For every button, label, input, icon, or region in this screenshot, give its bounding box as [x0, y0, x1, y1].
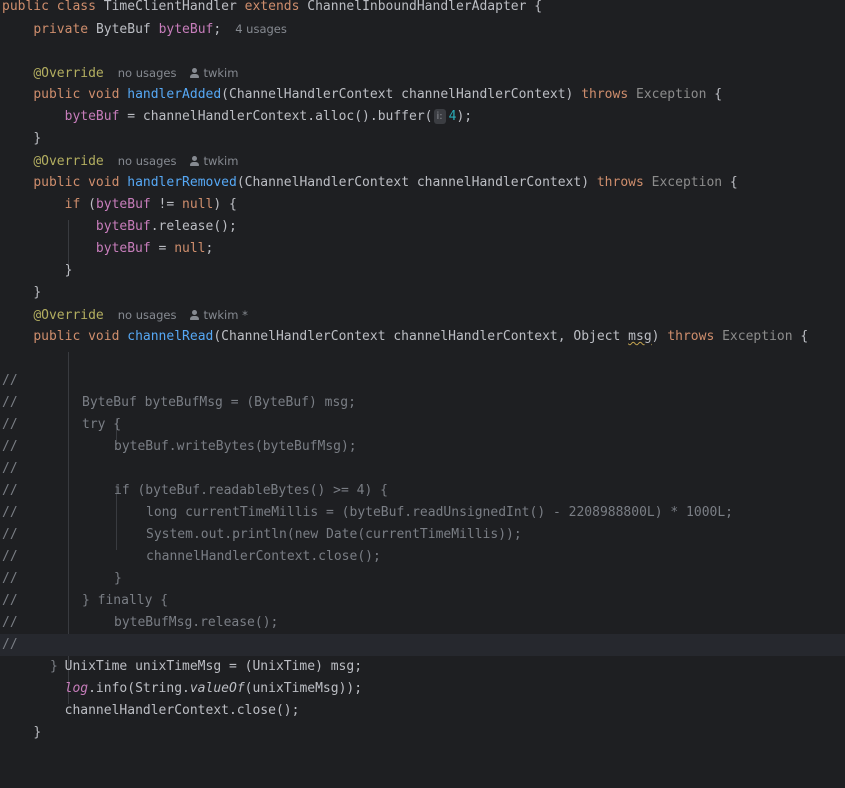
comment-marker: // — [2, 527, 18, 542]
code-line[interactable]: @Override no usages twkim * — [0, 304, 845, 326]
method-handler-added: handlerAdded — [127, 87, 222, 102]
comment-marker: // — [2, 439, 18, 454]
parent-class: ChannelInboundHandlerAdapter — [307, 0, 527, 14]
usages-hint[interactable]: no usages — [118, 308, 177, 322]
commented-line[interactable]: //System.out.println(new Date(currentTim… — [0, 502, 845, 542]
usages-hint[interactable]: 4 usages — [235, 22, 287, 36]
override-annotation: @Override — [33, 308, 104, 323]
comment-marker: // — [2, 395, 18, 410]
code-line[interactable]: public class TimeClientHandler extends C… — [0, 0, 845, 18]
usages-hint[interactable]: no usages — [118, 66, 177, 80]
commented-line[interactable]: // — [0, 436, 845, 458]
commented-line[interactable]: //byteBuf.writeBytes(byteBufMsg); — [0, 414, 845, 454]
comment-marker: // — [2, 417, 18, 432]
commented-line[interactable]: //ByteBuf byteBufMsg = (ByteBuf) msg; — [0, 370, 845, 410]
override-annotation: @Override — [33, 154, 104, 169]
comment-marker: // — [2, 549, 18, 564]
parameter-hint: i: — [433, 109, 446, 124]
comment-marker: // — [2, 373, 18, 388]
code-line[interactable]: public void handlerAdded(ChannelHandlerC… — [0, 84, 845, 106]
commented-line[interactable]: //byteBufMsg.release(); — [0, 590, 845, 630]
current-line[interactable]: //} — [0, 634, 845, 674]
code-line[interactable]: private ByteBuf byteBuf; 4 usages — [0, 18, 845, 40]
code-line[interactable]: channelHandlerContext.close(); — [0, 700, 845, 722]
comment-marker: // — [2, 461, 18, 476]
comment-marker: // — [2, 483, 18, 498]
commented-line[interactable]: //} — [0, 546, 845, 586]
code-line[interactable]: log.info(String.valueOf(unixTimeMsg)); — [0, 678, 845, 700]
code-line[interactable]: } — [0, 128, 845, 150]
commented-line[interactable]: //try { — [0, 392, 845, 432]
code-line[interactable]: @Override no usages twkim — [0, 150, 845, 172]
code-line[interactable]: byteBuf.release(); — [0, 216, 845, 238]
method-channel-read: channelRead — [127, 329, 214, 344]
commented-line[interactable]: //channelHandlerContext.close(); — [0, 524, 845, 564]
code-line[interactable]: } — [0, 282, 845, 304]
code-line[interactable]: public void handlerRemoved(ChannelHandle… — [0, 172, 845, 194]
code-line[interactable]: UnixTime unixTimeMsg = (UnixTime) msg; — [0, 656, 845, 678]
log-field: log — [64, 681, 89, 696]
usages-hint[interactable]: no usages — [118, 154, 177, 168]
comment-marker: // — [2, 637, 18, 652]
code-line[interactable]: } — [0, 260, 845, 282]
comment-marker: // — [2, 571, 18, 586]
method-handler-removed: handlerRemoved — [127, 175, 237, 190]
comment-marker: // — [2, 593, 18, 608]
person-icon — [190, 68, 200, 78]
class-name: TimeClientHandler — [103, 0, 237, 14]
commented-line[interactable]: //if (byteBuf.readableBytes() >= 4) { — [0, 458, 845, 498]
comment-marker: // — [2, 505, 18, 520]
code-line[interactable]: byteBuf = null; — [0, 238, 845, 260]
author-hint[interactable]: twkim * — [190, 308, 248, 322]
author-hint[interactable]: twkim — [190, 66, 238, 80]
commented-line[interactable]: //} — [0, 612, 845, 652]
code-line[interactable]: @Override no usages twkim — [0, 62, 845, 84]
override-annotation: @Override — [33, 66, 104, 81]
author-hint[interactable]: twkim — [190, 154, 238, 168]
keyword-extends: extends — [244, 0, 300, 14]
person-icon — [190, 156, 200, 166]
comment-marker: // — [2, 615, 18, 630]
commented-line[interactable]: //} finally { — [0, 568, 845, 608]
code-line[interactable]: public void channelRead(ChannelHandlerCo… — [0, 326, 845, 348]
person-icon — [190, 310, 200, 320]
code-editor[interactable]: public class TimeClientHandler extends C… — [0, 0, 845, 754]
keyword-class: class — [56, 0, 96, 14]
warning-msg[interactable]: msg — [628, 329, 651, 344]
keyword-public: public — [2, 0, 49, 14]
code-line[interactable]: } — [0, 722, 845, 744]
field-bytebuf: byteBuf — [158, 22, 214, 37]
commented-line[interactable]: //long currentTimeMillis = (byteBuf.read… — [0, 480, 845, 520]
code-line[interactable]: byteBuf = channelHandlerContext.alloc().… — [0, 106, 845, 128]
code-line[interactable]: if (byteBuf != null) { — [0, 194, 845, 216]
